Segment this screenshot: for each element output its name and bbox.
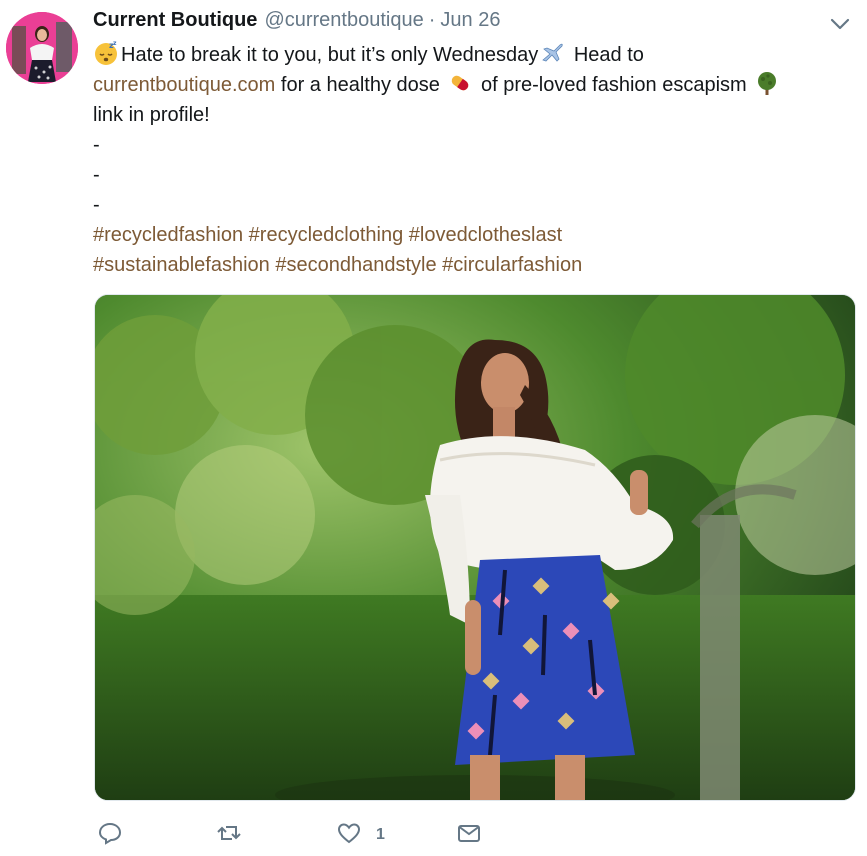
tree-icon bbox=[754, 70, 780, 96]
chevron-down-icon[interactable] bbox=[829, 16, 851, 32]
dash-line: - bbox=[93, 134, 100, 156]
text-line1-b: Head to bbox=[573, 44, 644, 66]
tweet-date[interactable]: Jun 26 bbox=[440, 9, 500, 32]
tweet-header: Current Boutique @currentboutique · Jun … bbox=[93, 9, 500, 37]
separator-dot: · bbox=[428, 9, 436, 31]
text-line2-a: for a healthy dose bbox=[275, 74, 446, 96]
text-line2-b: of pre-loved fashion escapism bbox=[475, 74, 753, 96]
hashtag-link[interactable]: #recycledfashion bbox=[93, 224, 243, 246]
heart-icon bbox=[336, 820, 362, 851]
retweet-icon bbox=[216, 820, 242, 851]
hashtag-link[interactable]: #lovedclotheslast bbox=[409, 224, 562, 246]
text-line3: link in profile! bbox=[93, 104, 210, 126]
reply-icon bbox=[97, 820, 123, 851]
dash-line: - bbox=[93, 194, 100, 216]
tweet-photo[interactable] bbox=[94, 294, 856, 801]
dash-line: - bbox=[93, 164, 100, 186]
hashtag-link[interactable]: #sustainablefashion bbox=[93, 254, 270, 276]
tweet-card[interactable]: Current Boutique @currentboutique · Jun … bbox=[0, 0, 867, 856]
svg-text:z: z bbox=[113, 40, 117, 47]
pill-icon bbox=[447, 70, 473, 96]
text-line1-a: Hate to break it to you, but it’s only W… bbox=[121, 44, 539, 66]
tweet-actions: 1 bbox=[93, 820, 593, 850]
author-name[interactable]: Current Boutique bbox=[93, 9, 257, 32]
hashtag-link[interactable]: #recycledclothing bbox=[249, 224, 404, 246]
hashtag-link[interactable]: #circularfashion bbox=[442, 254, 582, 276]
retweet-button[interactable] bbox=[216, 820, 256, 850]
website-link[interactable]: currentboutique.com bbox=[93, 74, 275, 96]
sleeping-face-icon: zz bbox=[93, 40, 119, 66]
avatar[interactable] bbox=[6, 12, 78, 84]
envelope-icon bbox=[456, 820, 482, 851]
airplane-icon bbox=[540, 40, 566, 66]
hashtag-link[interactable]: #secondhandstyle bbox=[275, 254, 436, 276]
direct-message-button[interactable] bbox=[456, 820, 496, 850]
author-handle[interactable]: @currentboutique bbox=[264, 9, 423, 32]
like-count: 1 bbox=[376, 826, 385, 843]
reply-button[interactable] bbox=[97, 820, 137, 850]
like-button[interactable]: 1 bbox=[336, 820, 385, 850]
tweet-text: zz Hate to break it to you, but it’s onl… bbox=[93, 40, 853, 280]
